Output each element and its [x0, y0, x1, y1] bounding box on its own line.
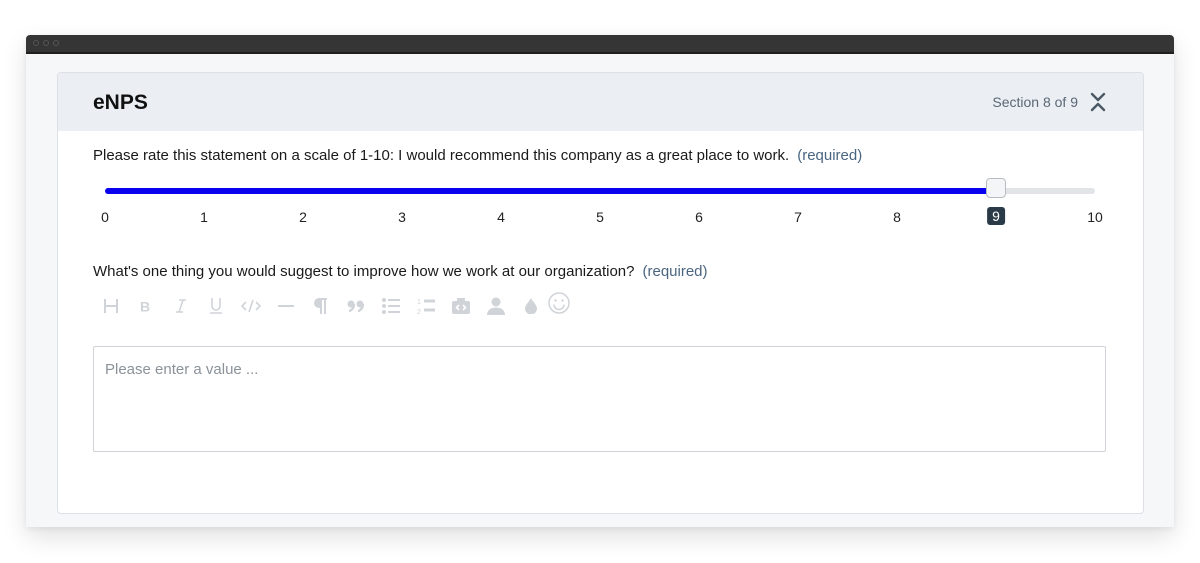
section-header: eNPS Section 8 of 9 — [58, 73, 1143, 131]
slider-tick-label: 2 — [299, 209, 307, 225]
bullet-list-button[interactable] — [373, 293, 408, 319]
heading-icon — [103, 299, 118, 313]
slider-tick-label: 3 — [398, 209, 406, 225]
code-icon — [240, 299, 261, 313]
slider-handle[interactable] — [986, 178, 1006, 198]
question-1-label: Please rate this statement on a scale of… — [93, 147, 862, 164]
section-title: eNPS — [93, 91, 148, 114]
collapse-button[interactable] — [1089, 91, 1107, 113]
suggestion-textarea[interactable]: Please enter a value ... — [93, 346, 1106, 452]
slider-tick-label: 1 — [200, 209, 208, 225]
survey-section-card: eNPS Section 8 of 9 Please rate this sta… — [57, 72, 1144, 514]
svg-text:2: 2 — [417, 309, 421, 315]
slider-fill — [105, 188, 996, 194]
camera-icon — [451, 298, 470, 314]
code-button[interactable] — [233, 293, 268, 319]
browser-window: eNPS Section 8 of 9 Please rate this sta… — [26, 35, 1174, 527]
slider-value-badge: 9 — [987, 207, 1005, 225]
question-1-text: Please rate this statement on a scale of… — [93, 147, 790, 164]
slider-tick-label: 4 — [497, 209, 505, 225]
rating-slider[interactable] — [105, 178, 1095, 198]
question-2-label: What's one thing you would suggest to im… — [93, 263, 708, 280]
textarea-placeholder: Please enter a value ... — [105, 361, 259, 378]
emoji-button[interactable] — [548, 290, 570, 316]
quote-icon — [347, 300, 364, 312]
bullet-list-icon — [381, 298, 400, 314]
bold-button[interactable]: B — [128, 293, 163, 319]
slider-tick-label: 6 — [695, 209, 703, 225]
window-close-button[interactable] — [33, 40, 39, 46]
droplet-icon — [524, 298, 537, 314]
section-progress: Section 8 of 9 — [992, 94, 1078, 110]
question-2-text: What's one thing you would suggest to im… — [93, 263, 635, 280]
horizontal-rule-icon — [277, 305, 294, 307]
svg-text:B: B — [140, 299, 150, 313]
paragraph-button[interactable] — [303, 293, 338, 319]
embed-button[interactable] — [443, 293, 478, 319]
numbered-list-button[interactable]: 12 — [408, 293, 443, 319]
collapse-icon — [1090, 92, 1106, 112]
user-icon — [486, 297, 505, 315]
emoji-icon — [548, 292, 570, 314]
slider-tick-label: 0 — [101, 209, 109, 225]
window-maximize-button[interactable] — [53, 40, 59, 46]
numbered-list-icon: 12 — [417, 299, 435, 315]
required-indicator: (required) — [797, 147, 863, 164]
required-indicator: (required) — [642, 263, 708, 280]
underline-button[interactable] — [198, 293, 233, 319]
window-titlebar — [26, 35, 1174, 54]
slider-tick-label: 8 — [893, 209, 901, 225]
slider-ticks: 0 1 2 3 4 5 6 7 8 9 10 — [101, 207, 1103, 227]
color-button[interactable] — [513, 293, 548, 319]
slider-tick-label: 5 — [596, 209, 604, 225]
slider-tick-label: 10 — [1087, 209, 1103, 225]
editor-toolbar: B 12 — [93, 290, 570, 319]
underline-icon — [209, 298, 222, 314]
slider-tick-label: 7 — [794, 209, 802, 225]
svg-text:1: 1 — [417, 299, 421, 306]
horizontal-rule-button[interactable] — [268, 293, 303, 319]
quote-button[interactable] — [338, 293, 373, 319]
mention-button[interactable] — [478, 293, 513, 319]
italic-icon — [175, 299, 186, 313]
italic-button[interactable] — [163, 293, 198, 319]
bold-icon: B — [140, 299, 150, 313]
heading-button[interactable] — [93, 293, 128, 319]
paragraph-icon — [313, 298, 327, 314]
window-minimize-button[interactable] — [43, 40, 49, 46]
